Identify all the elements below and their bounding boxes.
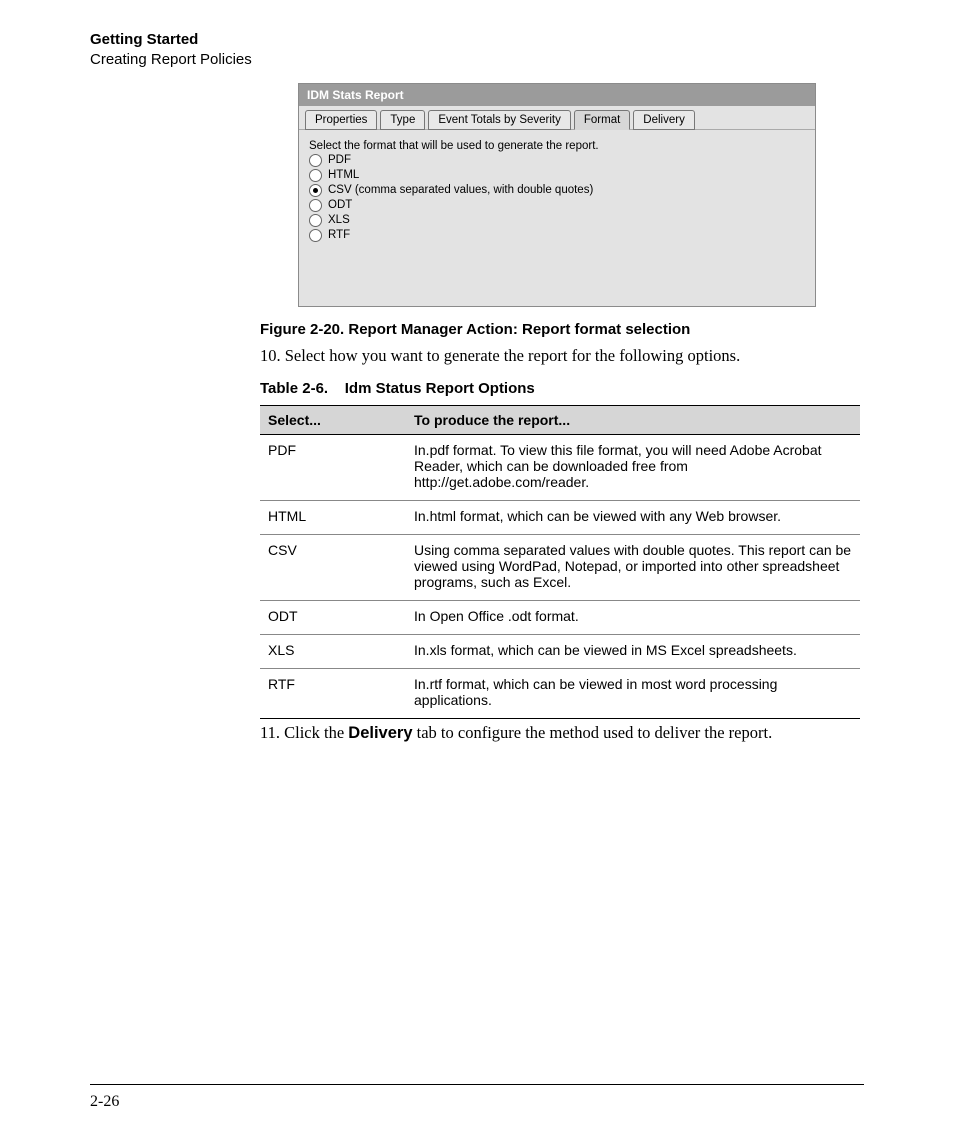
radio-csv[interactable] <box>309 184 322 197</box>
page-header: Getting Started Creating Report Policies <box>90 30 864 71</box>
radio-rtf-label: RTF <box>328 229 350 241</box>
radio-html-label: HTML <box>328 169 359 181</box>
section-title: Creating Report Policies <box>90 50 864 70</box>
table-row: HTMLIn.html format, which can be viewed … <box>260 500 860 534</box>
table-row: XLSIn.xls format, which can be viewed in… <box>260 634 860 668</box>
options-table: Select... To produce the report... PDFIn… <box>260 405 860 719</box>
radio-csv-label: CSV (comma separated values, with double… <box>328 184 593 196</box>
radio-pdf-label: PDF <box>328 154 351 166</box>
dialog-titlebar: IDM Stats Report <box>299 84 815 106</box>
chapter-title: Getting Started <box>90 30 864 50</box>
table-caption-prefix: Table 2-6. <box>260 380 328 397</box>
tab-event-totals[interactable]: Event Totals by Severity <box>428 110 571 130</box>
radio-pdf[interactable] <box>309 154 322 167</box>
th-produce: To produce the report... <box>406 405 860 434</box>
footer-rule <box>90 1084 864 1085</box>
table-row: ODTIn Open Office .odt format. <box>260 600 860 634</box>
table-row: RTFIn.rtf format, which can be viewed in… <box>260 668 860 718</box>
table-caption-title: Idm Status Report Options <box>345 380 535 397</box>
step-11-bold: Delivery <box>348 724 412 742</box>
tab-row: Properties Type Event Totals by Severity… <box>299 106 815 130</box>
step-11-pre: 11. Click the <box>260 723 348 742</box>
radio-odt[interactable] <box>309 199 322 212</box>
table-row: PDFIn.pdf format. To view this file form… <box>260 434 860 500</box>
th-select: Select... <box>260 405 406 434</box>
step-11: 11. Click the Delivery tab to configure … <box>260 723 864 743</box>
step-10: 10. Select how you want to generate the … <box>260 346 864 366</box>
tab-format[interactable]: Format <box>574 110 630 130</box>
radio-xls[interactable] <box>309 214 322 227</box>
table-caption: Table 2-6. Idm Status Report Options <box>260 380 864 397</box>
radio-html[interactable] <box>309 169 322 182</box>
table-row: CSVUsing comma separated values with dou… <box>260 534 860 600</box>
tab-properties[interactable]: Properties <box>305 110 377 130</box>
figure-caption: Figure 2-20. Report Manager Action: Repo… <box>260 321 864 338</box>
tab-type[interactable]: Type <box>380 110 425 130</box>
radio-rtf[interactable] <box>309 229 322 242</box>
step-11-post: tab to configure the method used to deli… <box>413 723 773 742</box>
radio-odt-label: ODT <box>328 199 352 211</box>
tab-delivery[interactable]: Delivery <box>633 110 695 130</box>
radio-xls-label: XLS <box>328 214 350 226</box>
dialog-body: Select the format that will be used to g… <box>299 129 815 306</box>
dialog-idm-stats: IDM Stats Report Properties Type Event T… <box>298 83 816 307</box>
page-number: 2-26 <box>90 1093 119 1111</box>
format-instruction: Select the format that will be used to g… <box>309 140 805 152</box>
